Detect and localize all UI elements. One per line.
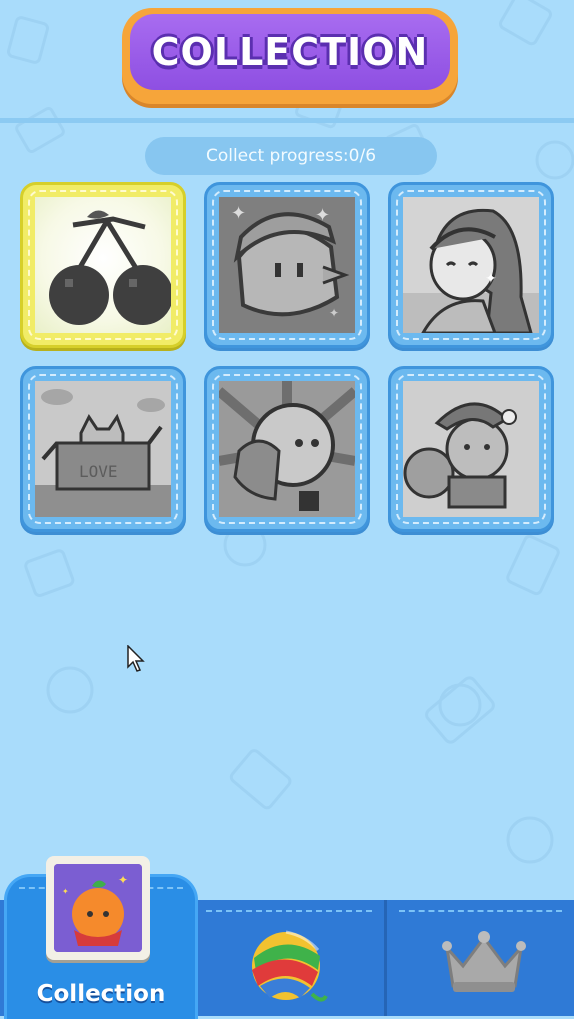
nav-tab-ranking[interactable] bbox=[387, 900, 574, 1016]
kirby-icon: ✦ ✦ ✦ bbox=[219, 197, 355, 333]
collection-card-cherries[interactable] bbox=[20, 182, 186, 348]
svg-text:✦: ✦ bbox=[329, 306, 339, 320]
nav-tab-collection-label: Collection bbox=[36, 981, 166, 1007]
svg-text:✦: ✦ bbox=[485, 271, 497, 287]
mouse-cursor-icon bbox=[127, 645, 145, 672]
sun-character-icon bbox=[219, 381, 355, 517]
svg-text:✦: ✦ bbox=[231, 203, 246, 224]
collection-tab-thumbnail: ✦ ✦ bbox=[46, 856, 150, 960]
cherry-icon bbox=[35, 197, 171, 333]
box-text: LOVE bbox=[79, 462, 118, 481]
collection-card-dog-santa[interactable] bbox=[388, 366, 554, 532]
collection-card-kirby[interactable]: ✦ ✦ ✦ bbox=[204, 182, 370, 348]
nav-tab-yarn[interactable] bbox=[194, 900, 384, 1016]
svg-text:✦: ✦ bbox=[118, 873, 128, 887]
crown-icon bbox=[442, 931, 526, 992]
collection-card-girl[interactable]: ✦ bbox=[388, 182, 554, 348]
svg-text:✦: ✦ bbox=[315, 205, 330, 226]
collect-progress: Collect progress:0/6 bbox=[145, 137, 437, 175]
dog-santa-icon bbox=[403, 381, 539, 517]
collect-progress-label: Collect progress:0/6 bbox=[205, 146, 377, 166]
cat-box-icon: LOVE bbox=[35, 381, 171, 517]
page-title: COLLECTION bbox=[151, 30, 429, 74]
nav-stitch bbox=[206, 910, 372, 912]
header-divider bbox=[0, 118, 574, 123]
collection-card-sun-character[interactable] bbox=[204, 366, 370, 532]
title-banner: COLLECTION bbox=[122, 8, 458, 104]
orange-character-icon: ✦ ✦ bbox=[54, 864, 142, 952]
svg-text:✦: ✦ bbox=[62, 887, 69, 896]
collection-card-cat-box[interactable]: LOVE bbox=[20, 366, 186, 532]
title-plate: COLLECTION bbox=[130, 14, 450, 90]
yarn-ball-icon bbox=[252, 930, 328, 1002]
girl-icon: ✦ bbox=[403, 197, 539, 333]
nav-stitch bbox=[399, 910, 562, 912]
